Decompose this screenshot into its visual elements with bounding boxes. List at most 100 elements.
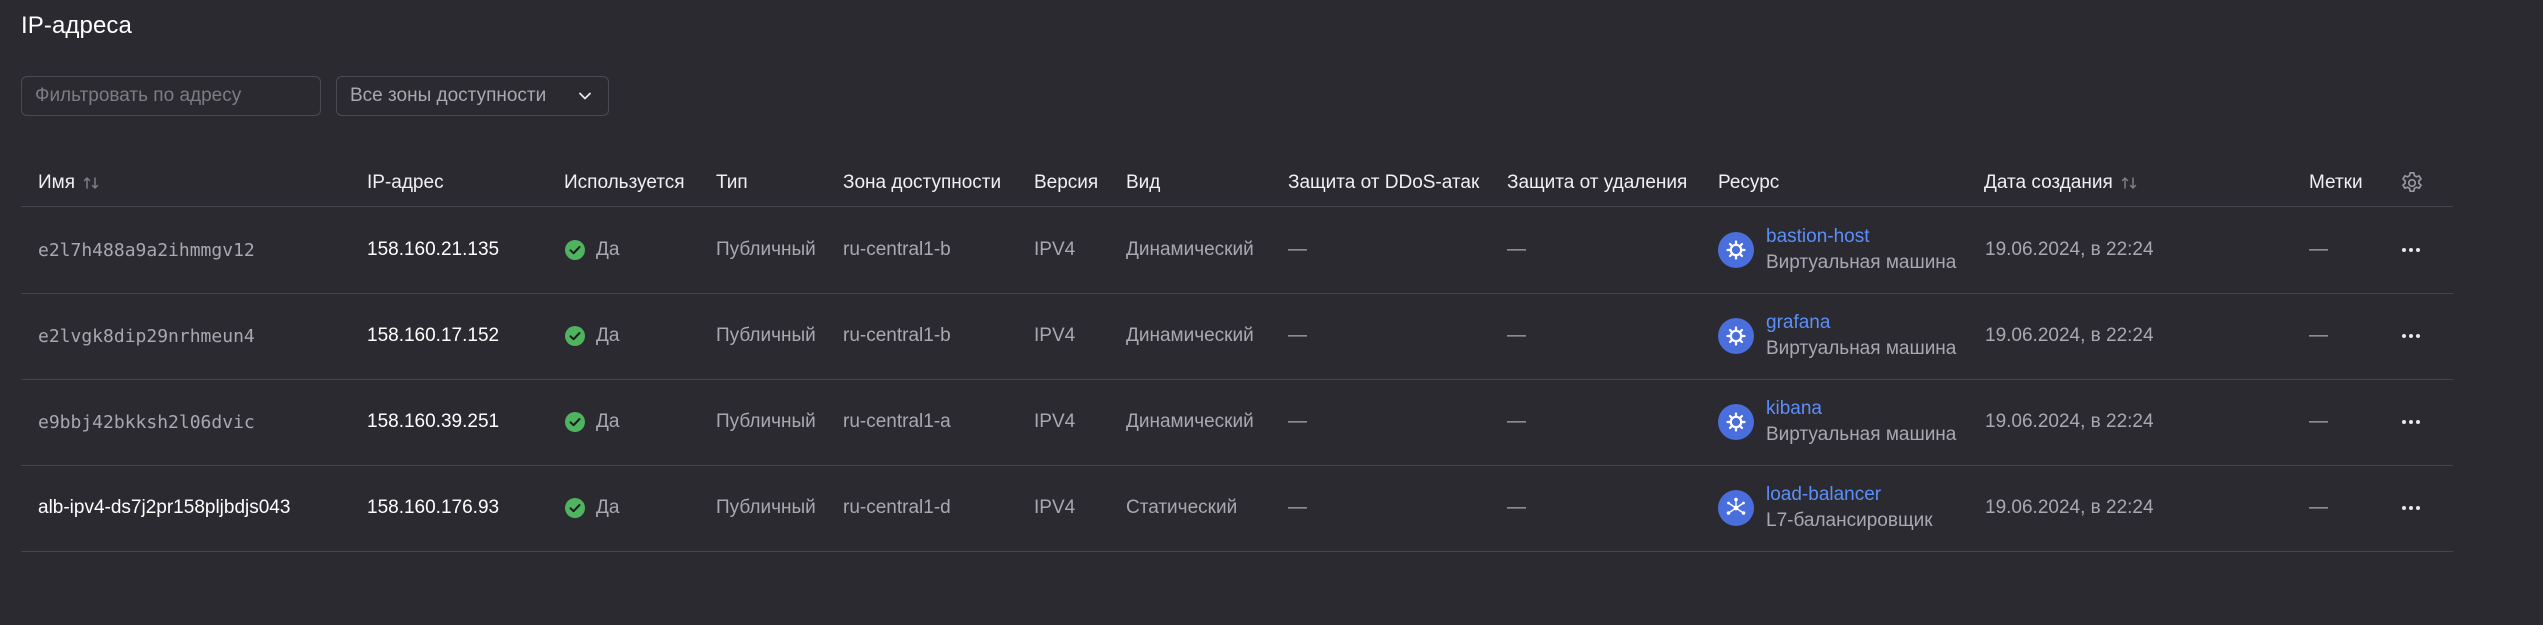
resource-link[interactable]: kibana (1766, 396, 1956, 422)
row-ip: 158.160.21.135 (367, 239, 500, 260)
row-labels: — (2309, 239, 2328, 260)
row-used: Да (564, 207, 619, 293)
row-zone: ru-central1-a (843, 411, 951, 432)
resource-type: Виртуальная машина (1766, 338, 1957, 359)
more-horizontal-icon (2402, 420, 2420, 424)
row-deletion: — (1507, 325, 1526, 346)
vm-icon (1718, 404, 1754, 440)
resource-type: Виртуальная машина (1766, 252, 1957, 273)
row-kind: Динамический (1126, 325, 1254, 346)
table-row[interactable]: e2l7h488a9a2ihmmgv12 158.160.21.135 Да П… (21, 207, 2453, 294)
row-deletion: — (1507, 239, 1526, 260)
row-zone: ru-central1-b (843, 325, 951, 346)
row-name[interactable]: e9bbj42bkksh2l06dvic (38, 379, 255, 465)
row-deletion: — (1507, 497, 1526, 518)
check-circle-icon (565, 240, 585, 260)
row-labels: — (2309, 497, 2328, 518)
table-row[interactable]: e2lvgk8dip29nrhmeun4 158.160.17.152 Да П… (21, 293, 2453, 380)
row-created: 19.06.2024, в 22:24 (1985, 325, 2154, 346)
row-resource: bastion-host Виртуальная машина (1718, 207, 1956, 293)
row-ddos: — (1288, 411, 1307, 432)
row-zone: ru-central1-d (843, 497, 951, 518)
column-header-zone: Зона доступности (843, 172, 1002, 193)
row-used-label: Да (596, 497, 620, 518)
gear-icon (2402, 172, 2422, 193)
row-resource: kibana Виртуальная машина (1718, 379, 1956, 465)
row-actions-button[interactable] (2397, 379, 2425, 465)
column-header-labels: Метки (2309, 172, 2363, 193)
resource-link[interactable]: bastion-host (1766, 224, 1956, 250)
load-balancer-icon (1718, 490, 1754, 526)
check-circle-icon (565, 326, 585, 346)
page-title: IP-адреса (21, 12, 132, 39)
resource-link[interactable]: grafana (1766, 310, 1956, 336)
row-actions-button[interactable] (2397, 207, 2425, 293)
row-ip: 158.160.17.152 (367, 325, 500, 346)
row-used-label: Да (596, 411, 620, 432)
row-created: 19.06.2024, в 22:24 (1985, 411, 2154, 432)
row-version: IPV4 (1034, 497, 1076, 518)
resource-type: Виртуальная машина (1766, 424, 1957, 445)
row-created: 19.06.2024, в 22:24 (1985, 497, 2154, 518)
row-resource: grafana Виртуальная машина (1718, 293, 1956, 379)
check-circle-icon (565, 412, 585, 432)
table-row[interactable]: e9bbj42bkksh2l06dvic 158.160.39.251 Да П… (21, 379, 2453, 466)
address-filter-input[interactable] (21, 76, 321, 116)
row-ip: 158.160.39.251 (367, 411, 500, 432)
chevron-down-icon (579, 92, 591, 100)
column-header-ddos: Защита от DDoS-атак (1288, 172, 1480, 193)
row-used: Да (564, 465, 619, 551)
more-horizontal-icon (2402, 248, 2420, 252)
row-ddos: — (1288, 239, 1307, 260)
column-header-type: Тип (716, 172, 748, 193)
table-settings-button[interactable] (2399, 160, 2425, 206)
row-ddos: — (1288, 497, 1307, 518)
check-circle-icon (565, 498, 585, 518)
row-labels: — (2309, 411, 2328, 432)
column-header-name[interactable]: Имя (38, 160, 101, 206)
column-header-kind: Вид (1126, 172, 1161, 193)
column-header-deletion: Защита от удаления (1507, 172, 1688, 193)
row-kind: Статический (1126, 497, 1238, 518)
resource-link[interactable]: load-balancer (1766, 482, 1933, 508)
column-header-used: Используется (564, 172, 685, 193)
column-header-ip: IP-адрес (367, 172, 444, 193)
column-header-created[interactable]: Дата создания (1984, 160, 2139, 206)
row-name[interactable]: e2lvgk8dip29nrhmeun4 (38, 293, 255, 379)
row-version: IPV4 (1034, 325, 1076, 346)
more-horizontal-icon (2402, 506, 2420, 510)
row-name[interactable]: alb-ipv4-ds7j2pr158pljbdjs043 (38, 465, 290, 551)
row-deletion: — (1507, 411, 1526, 432)
row-used: Да (564, 379, 619, 465)
row-used: Да (564, 293, 619, 379)
row-labels: — (2309, 325, 2328, 346)
row-ddos: — (1288, 325, 1307, 346)
row-kind: Динамический (1126, 239, 1254, 260)
row-created: 19.06.2024, в 22:24 (1985, 239, 2154, 260)
more-horizontal-icon (2402, 334, 2420, 338)
row-type: Публичный (716, 325, 816, 346)
row-type: Публичный (716, 497, 816, 518)
row-name[interactable]: e2l7h488a9a2ihmmgv12 (38, 207, 255, 293)
sort-icon[interactable] (2119, 173, 2139, 193)
row-resource: load-balancer L7-балансировщик (1718, 465, 1933, 551)
row-type: Публичный (716, 239, 816, 260)
row-used-label: Да (596, 239, 620, 260)
vm-icon (1718, 318, 1754, 354)
column-header-version: Версия (1034, 172, 1099, 193)
table-header: Имя IP-адрес Используется Тип Зона досту… (21, 160, 2453, 207)
zone-select-value: Все зоны доступности (350, 85, 547, 106)
column-header-resource: Ресурс (1718, 172, 1780, 193)
row-used-label: Да (596, 325, 620, 346)
resource-type: L7-балансировщик (1766, 510, 1933, 531)
zone-select[interactable]: Все зоны доступности (336, 76, 609, 116)
sort-icon[interactable] (81, 173, 101, 193)
row-actions-button[interactable] (2397, 293, 2425, 379)
row-version: IPV4 (1034, 239, 1076, 260)
row-type: Публичный (716, 411, 816, 432)
row-actions-button[interactable] (2397, 465, 2425, 551)
table-row[interactable]: alb-ipv4-ds7j2pr158pljbdjs043 158.160.17… (21, 465, 2453, 552)
row-ip: 158.160.176.93 (367, 497, 500, 518)
row-zone: ru-central1-b (843, 239, 951, 260)
row-kind: Динамический (1126, 411, 1254, 432)
